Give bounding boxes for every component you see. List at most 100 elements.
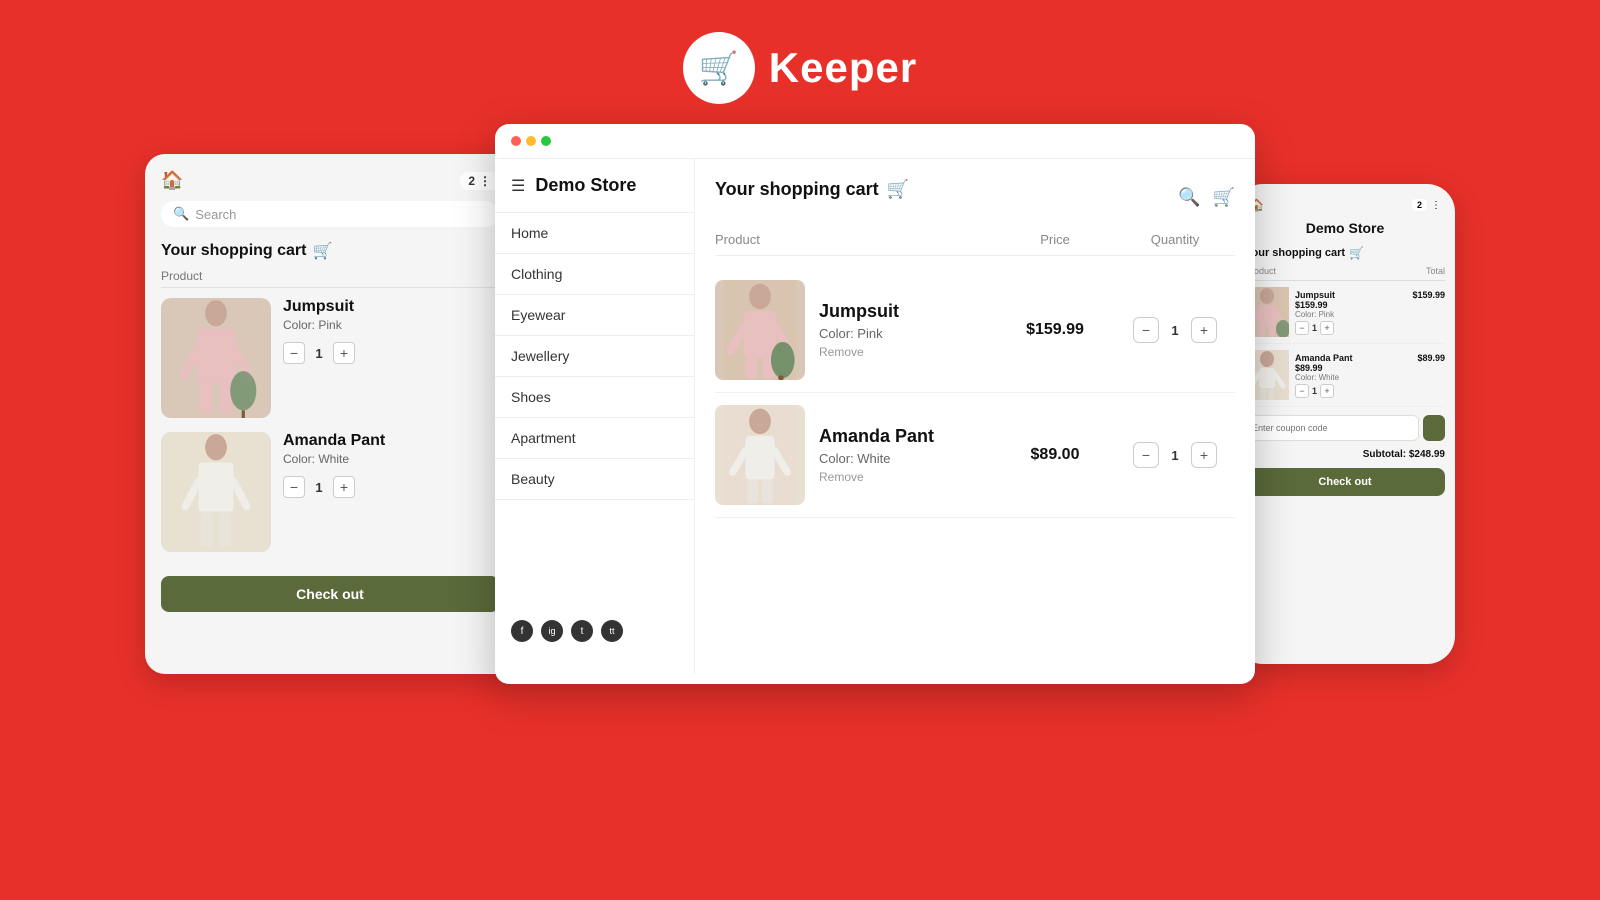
qty-control-jumpsuit-left: − 1 + [283,342,499,364]
mini-qty-jumpsuit: − 1 + [1295,321,1445,335]
checkout-button-left[interactable]: Check out [161,576,499,612]
nav-header: ☰ Demo Store [495,175,694,213]
traffic-lights [511,136,551,146]
mini-qty-pant: − 1 + [1295,384,1445,398]
cart-header-text-middle: Your shopping cart [715,179,879,200]
cart-logo-icon: 🛒 [699,49,739,87]
product-color-pant-left: Color: White [283,452,499,466]
qty-value-pant-middle: 1 [1167,448,1183,463]
badge-right: 2 ⋮ [1412,199,1441,211]
product-name-pant-left: Amanda Pant [283,432,499,450]
header: 🛒 Keeper [0,0,1600,104]
cart-title-right: Your shopping cart [1245,247,1345,259]
qty-minus-pant-middle[interactable]: − [1133,442,1159,468]
product-price-pant-middle: $89.00 [995,446,1115,464]
search-icon-middle[interactable]: 🔍 [1178,187,1200,208]
qty-control-pant-left: − 1 + [283,476,499,498]
store-title-middle: Demo Store [535,175,636,196]
social-icons-middle: f ig t tt [495,604,694,658]
badge-count-right: 2 [1412,199,1427,211]
cart-title-text-left: Your shopping cart [161,242,306,260]
mini-product-name-jumpsuit: Jumpsuit [1295,290,1335,300]
hamburger-icon[interactable]: ☰ [511,176,525,196]
mini-product-info-pant: Amanda Pant $89.99 $89.99 Color: White −… [1295,353,1445,398]
product-color-pant-middle: Color: White [819,451,995,466]
badge-count: 2 [468,174,475,188]
subtotal-row: Subtotal: $248.99 [1245,449,1445,460]
nav-item-shoes[interactable]: Shoes [495,377,694,418]
mini-qty-val-pant: 1 [1312,386,1317,396]
mini-product-name-pant: Amanda Pant [1295,353,1353,363]
dots-icon-right: ⋮ [1431,200,1441,211]
mini-qty-plus-jumpsuit[interactable]: + [1320,321,1334,335]
subtotal-text: Subtotal: $248.99 [1363,449,1445,460]
dots-icon: ⋮ [479,174,491,188]
qty-plus-jumpsuit-middle[interactable]: + [1191,317,1217,343]
product-color-jumpsuit-left: Color: Pink [283,318,499,332]
mini-qty-minus-jumpsuit[interactable]: − [1295,321,1309,335]
mini-product-price-jumpsuit: $159.99 [1412,290,1445,300]
home-icon: 🏠 [161,170,183,191]
product-info-jumpsuit-middle: Jumpsuit Color: Pink Remove [819,301,995,359]
facebook-icon[interactable]: f [511,620,533,642]
qty-plus-pant-left[interactable]: + [333,476,355,498]
product-item-left-1: Jumpsuit Color: Pink − 1 + [161,298,499,418]
cart-header-right: Your shopping cart 🛒 [1245,246,1445,260]
nav-item-eyewear[interactable]: Eyewear [495,295,694,336]
panel-right: 🏠 2 ⋮ Demo Store Your shopping cart 🛒 Pr… [1235,184,1455,664]
tiktok-icon[interactable]: tt [601,620,623,642]
product-row-pant-middle: Amanda Pant Color: White Remove $89.00 −… [715,393,1235,518]
qty-minus-pant-left[interactable]: − [283,476,305,498]
topbar-icons-middle: 🔍 🛒 [1178,187,1235,208]
product-remove-jumpsuit-middle[interactable]: Remove [819,345,995,359]
nav-item-home[interactable]: Home [495,213,694,254]
panel-left-topbar: 🏠 2 ⋮ [161,170,499,191]
product-name-pant-middle: Amanda Pant [819,426,995,447]
product-name-jumpsuit-left: Jumpsuit [283,298,499,316]
sidebar-nav-wrapper: ☰ Demo Store Home Clothing Eyewear Jewel… [495,175,694,658]
panel-middle-topbar [495,124,1255,159]
product-info-jumpsuit-left: Jumpsuit Color: Pink − 1 + [283,298,499,364]
qty-minus-jumpsuit-middle[interactable]: − [1133,317,1159,343]
nav-item-clothing[interactable]: Clothing [495,254,694,295]
cart-icon-topbar-middle[interactable]: 🛒 [1213,187,1235,208]
mini-qty-plus-pant[interactable]: + [1320,384,1334,398]
qty-minus-jumpsuit-left[interactable]: − [283,342,305,364]
qty-value-jumpsuit-left: 1 [311,346,327,361]
panels-container: 🏠 2 ⋮ 🔍 Search Your shopping cart 🛒 Prod… [0,124,1600,684]
cart-icon-left: 🛒 [312,241,332,261]
col-headers-right: Product Total [1245,266,1445,281]
panel-middle: ☰ Demo Store Home Clothing Eyewear Jewel… [495,124,1255,684]
nav-item-apartment[interactable]: Apartment [495,418,694,459]
mini-product-price2-jumpsuit: $159.99 [1295,300,1445,310]
mini-qty-minus-pant[interactable]: − [1295,384,1309,398]
nav-item-jewellery[interactable]: Jewellery [495,336,694,377]
mini-product-row-jumpsuit: Jumpsuit $159.99 $159.99 Color: Pink − 1… [1245,287,1445,344]
product-remove-pant-middle[interactable]: Remove [819,470,995,484]
col-total-right: Total [1426,266,1445,276]
twitter-icon[interactable]: t [571,620,593,642]
search-icon-left: 🔍 [173,206,189,222]
product-color-jumpsuit-middle: Color: Pink [819,326,995,341]
coupon-apply-button[interactable] [1423,415,1445,441]
col-product-header: Product [715,232,995,247]
logo-circle: 🛒 [683,32,755,104]
instagram-icon[interactable]: ig [541,620,563,642]
checkout-button-right[interactable]: Check out [1245,468,1445,496]
nav-item-beauty[interactable]: Beauty [495,459,694,500]
product-image-jumpsuit-left [161,298,271,418]
main-content-middle: Your shopping cart 🛒 🔍 🛒 Product Price Q… [695,159,1255,674]
qty-value-pant-left: 1 [311,480,327,495]
sidebar-nav: ☰ Demo Store Home Clothing Eyewear Jewel… [495,159,695,674]
product-info-pant-left: Amanda Pant Color: White − 1 + [283,432,499,498]
cart-title-left: Your shopping cart 🛒 [161,241,499,261]
qty-plus-pant-middle[interactable]: + [1191,442,1217,468]
dot-maximize [541,136,551,146]
dot-minimize [526,136,536,146]
search-bar-left[interactable]: 🔍 Search [161,201,499,227]
cart-badge-left[interactable]: 2 ⋮ [460,172,499,190]
product-image-pant-left [161,432,271,552]
product-item-left-2: Amanda Pant Color: White − 1 + [161,432,499,552]
qty-plus-jumpsuit-left[interactable]: + [333,342,355,364]
coupon-input[interactable] [1245,415,1419,441]
